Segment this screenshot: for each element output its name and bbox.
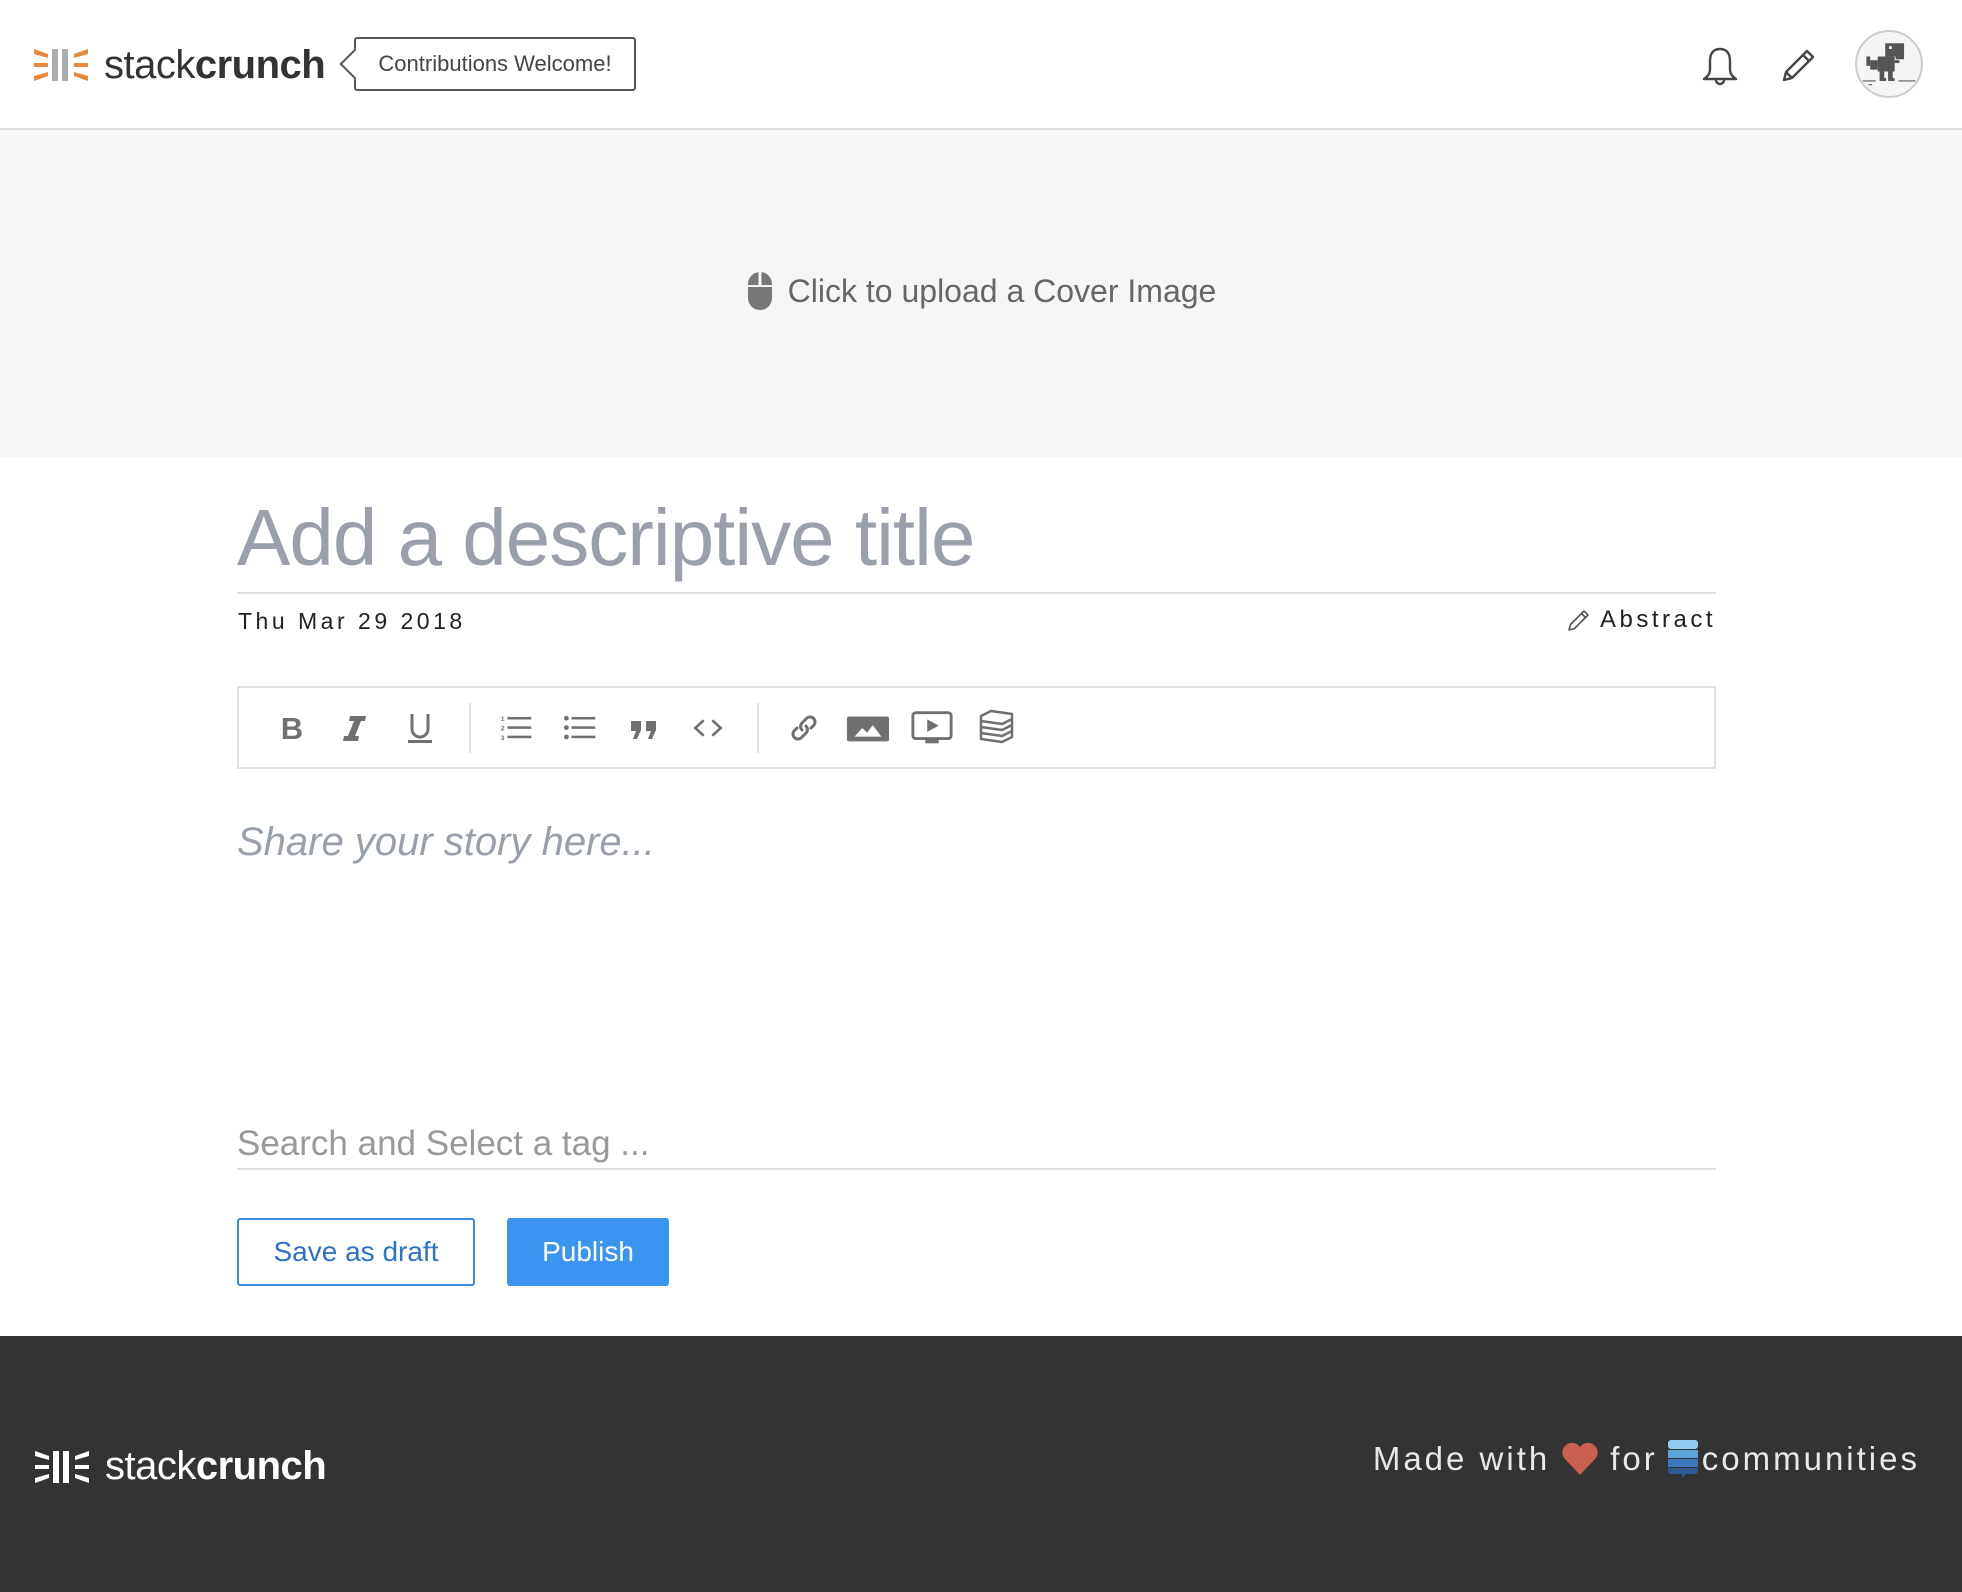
footer-brand-name-bold: crunch (195, 1444, 327, 1488)
communities-text: communities (1701, 1440, 1920, 1477)
title-input[interactable] (237, 490, 1716, 594)
footer-brand-name: stackcrunch (105, 1444, 327, 1489)
stack-exchange-icon (1667, 1440, 1698, 1478)
brand-name-bold: crunch (194, 42, 326, 87)
quote-icon (631, 720, 656, 739)
made-with-text: Made with (1372, 1440, 1551, 1477)
svg-text:2: 2 (501, 725, 505, 732)
ordered-list-icon: 1 2 3 (501, 716, 532, 741)
story-placeholder: Share your story here... (237, 820, 655, 864)
svg-text:3: 3 (501, 734, 505, 741)
video-icon (911, 710, 953, 743)
ordered-list-button[interactable]: 1 2 3 (493, 705, 539, 751)
svg-text:1: 1 (501, 716, 505, 723)
top-header: stackcrunch Contributions Welcome! (0, 0, 1962, 130)
blockquote-button[interactable] (621, 705, 667, 751)
cover-image-upload[interactable]: Click to upload a Cover Image (0, 130, 1962, 458)
underline-button[interactable] (397, 705, 443, 751)
dinosaur-avatar-icon (1862, 43, 1916, 86)
save-draft-button[interactable]: Save as draft (237, 1218, 475, 1286)
bold-icon: B (281, 711, 303, 745)
write-button[interactable] (1776, 44, 1820, 88)
bold-button[interactable]: B (269, 705, 315, 751)
toolbar-divider (757, 702, 759, 753)
cover-upload-label: Click to upload a Cover Image (787, 272, 1217, 309)
heart-icon (1562, 1442, 1598, 1475)
pencil-icon (1568, 610, 1589, 631)
underline-icon (408, 713, 432, 743)
cover-upload-prompt: Click to upload a Cover Image (746, 272, 1217, 310)
image-icon (846, 716, 890, 741)
footer-brand-name-light: stack (105, 1444, 196, 1488)
tag-search-input[interactable] (237, 1120, 1716, 1170)
publish-button[interactable]: Publish (507, 1218, 669, 1286)
contributions-badge-label: Contributions Welcome! (378, 51, 612, 76)
bell-icon (1702, 47, 1738, 86)
link-button[interactable] (781, 705, 827, 751)
pencil-icon (1782, 49, 1815, 82)
user-avatar[interactable] (1855, 30, 1923, 98)
logo-icon (34, 49, 88, 81)
unordered-list-button[interactable] (557, 705, 603, 751)
italic-icon (343, 715, 366, 741)
footer-brand-logo[interactable]: stackcrunch (33, 1444, 327, 1489)
abstract-button[interactable]: Abstract (1566, 606, 1716, 634)
brand-logo[interactable]: stackcrunch (32, 40, 326, 90)
logo-icon (35, 1450, 89, 1483)
video-button[interactable] (909, 705, 955, 751)
code-button[interactable] (685, 705, 731, 751)
svg-text:B: B (281, 711, 303, 745)
link-icon (791, 715, 817, 740)
brand-name: stackcrunch (104, 42, 326, 88)
post-date: Thu Mar 29 2018 (238, 608, 466, 634)
unordered-list-icon (564, 715, 596, 739)
code-icon (693, 718, 723, 737)
embed-button[interactable] (973, 705, 1019, 751)
made-with-tagline: Made with for communities (1373, 1440, 1920, 1478)
image-button[interactable] (845, 705, 891, 751)
abstract-label: Abstract (1599, 606, 1716, 633)
brand-name-light: stack (104, 42, 195, 87)
stack-layers-icon (979, 709, 1014, 743)
notifications-button[interactable] (1698, 44, 1742, 88)
toolbar-divider (469, 702, 471, 753)
for-text: for (1610, 1440, 1658, 1477)
italic-button[interactable] (333, 705, 379, 751)
editor-toolbar: B 1 2 3 (237, 686, 1716, 769)
mouse-icon (747, 272, 772, 310)
contributions-badge[interactable]: Contributions Welcome! (354, 37, 636, 91)
